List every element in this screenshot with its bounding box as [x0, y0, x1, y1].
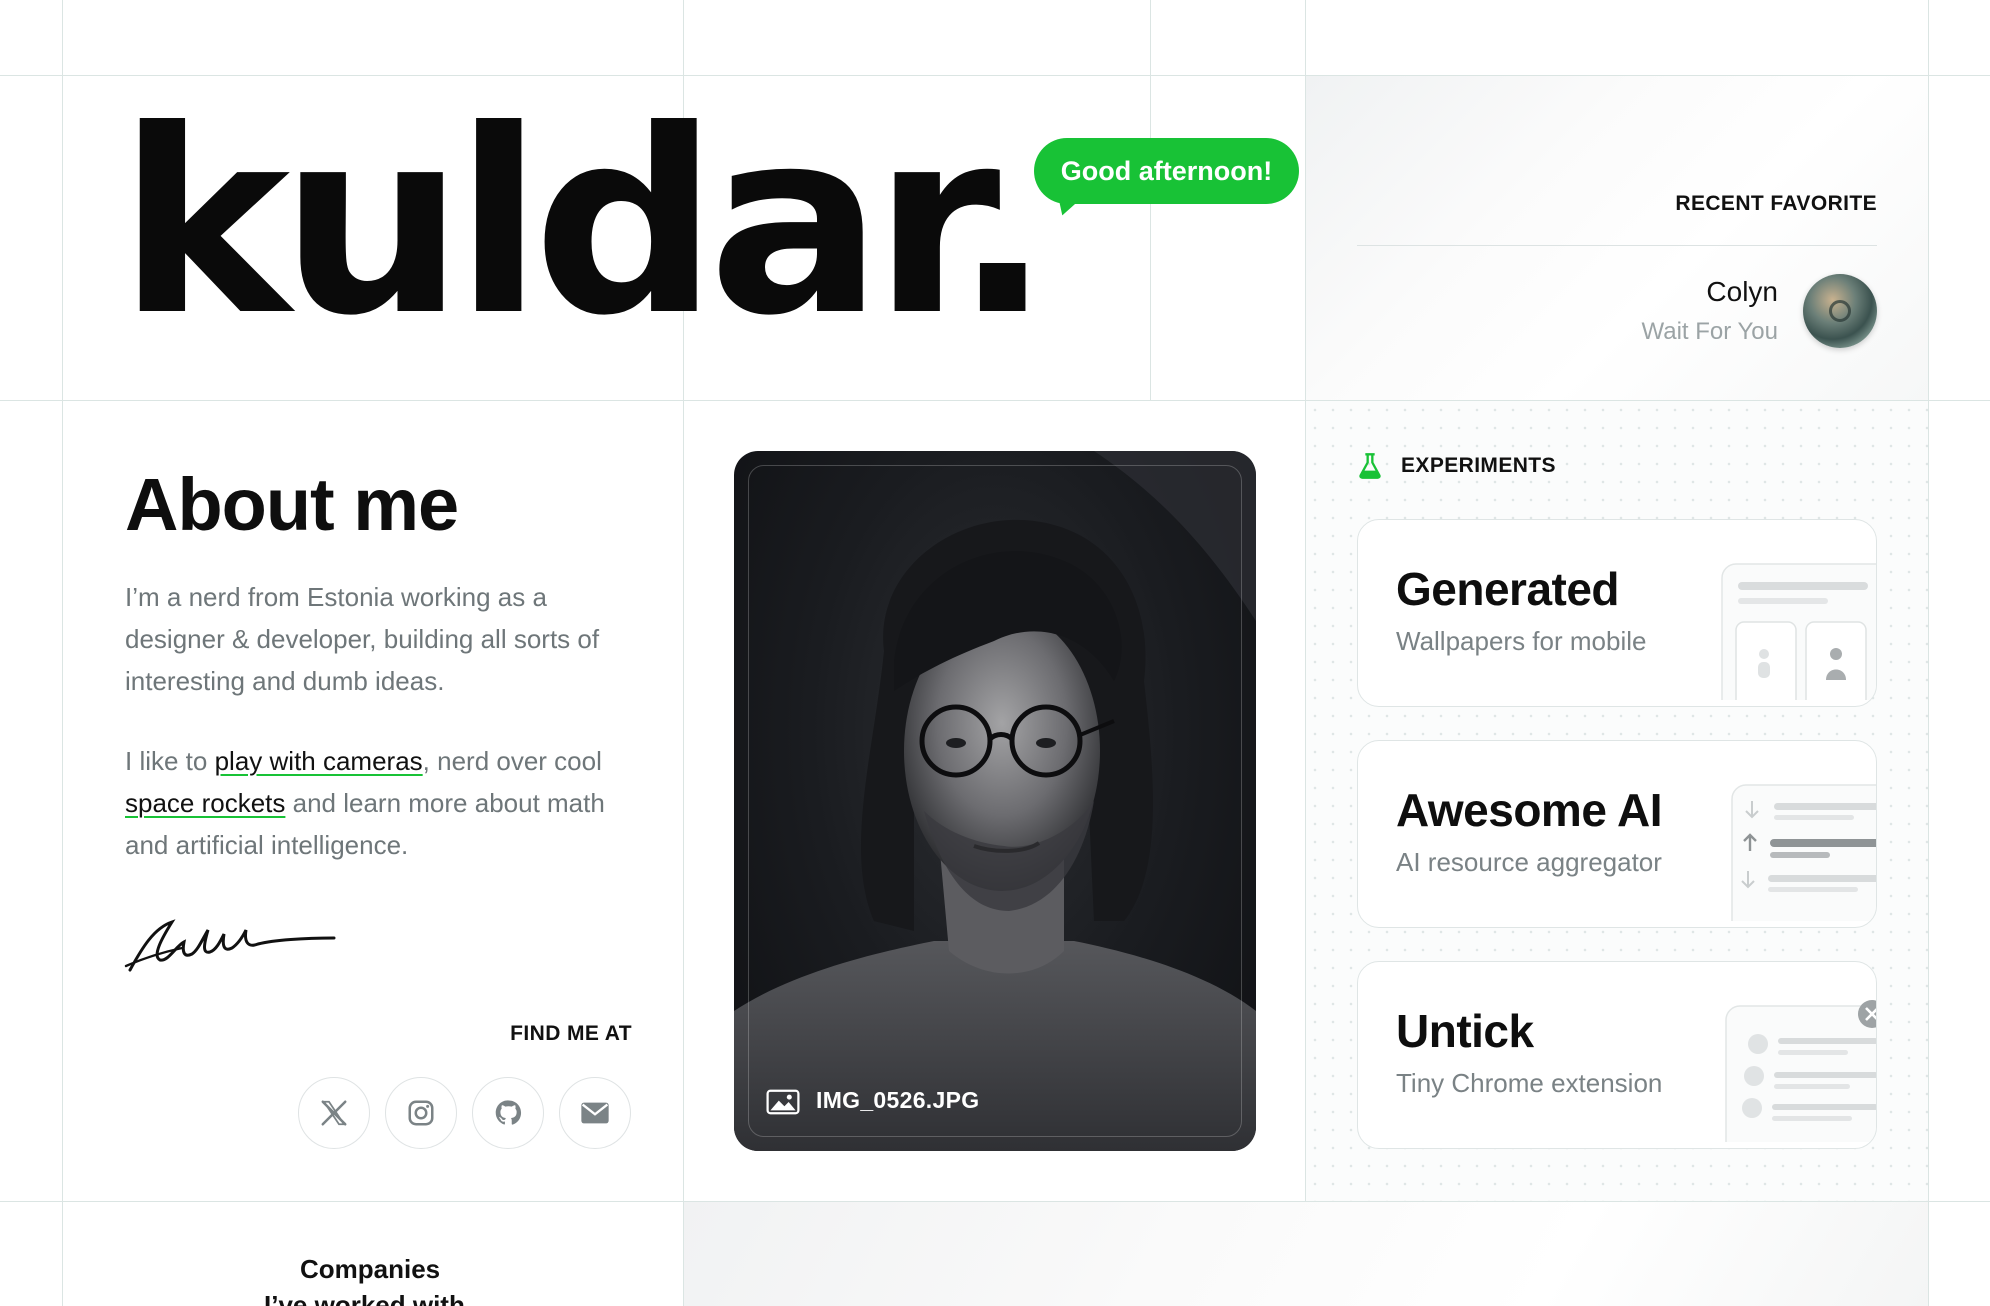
- x-link[interactable]: [298, 1077, 370, 1149]
- experiment-card-untick[interactable]: Untick Tiny Chrome extension: [1357, 961, 1877, 1149]
- github-link[interactable]: [472, 1077, 544, 1149]
- song-artist: Wait For You: [1641, 318, 1778, 345]
- space-rockets-link[interactable]: space rockets: [125, 788, 285, 818]
- about-title: About me: [125, 463, 459, 546]
- experiment-title: Awesome AI: [1396, 784, 1663, 836]
- find-me-label: FIND ME AT: [510, 1022, 632, 1045]
- greeting-bubble: Good afternoon!: [1034, 138, 1299, 204]
- bottom-panel: [684, 1202, 1928, 1306]
- cameras-link[interactable]: play with cameras: [215, 746, 423, 776]
- wallpaper-illustration: [1721, 563, 1876, 700]
- site-logo[interactable]: kuldar.: [118, 96, 1052, 350]
- instagram-link[interactable]: [385, 1077, 457, 1149]
- portrait-photo[interactable]: IMG_0526.JPG: [734, 451, 1256, 1151]
- experiment-subtitle: Tiny Chrome extension: [1396, 1068, 1663, 1098]
- signature: [124, 919, 336, 972]
- image-icon: [766, 1089, 800, 1115]
- recent-favorite-panel: [1306, 76, 1928, 400]
- github-icon: [495, 1100, 522, 1125]
- experiment-subtitle: AI resource aggregator: [1396, 847, 1662, 877]
- experiments-label: EXPERIMENTS: [1401, 454, 1556, 477]
- experiment-title: Generated: [1396, 563, 1620, 615]
- divider: [1357, 245, 1877, 246]
- grid-line: [62, 0, 63, 1306]
- flask-icon: [1359, 453, 1381, 479]
- grid-line: [1305, 0, 1306, 1201]
- interests-text: I like to: [125, 746, 215, 776]
- experiment-card-generated[interactable]: Generated Wallpapers for mobile: [1357, 519, 1877, 707]
- interests-text: , nerd over cool: [422, 746, 602, 776]
- experiment-subtitle: Wallpapers for mobile: [1396, 626, 1647, 656]
- song-title[interactable]: Colyn: [1706, 276, 1778, 308]
- grid-line: [0, 1201, 1990, 1202]
- companies-title: Companies: [300, 1254, 441, 1284]
- about-interests: I like to play with cameras, nerd over c…: [125, 740, 645, 866]
- checklist-illustration: [1725, 1000, 1876, 1142]
- mail-icon: [581, 1102, 609, 1124]
- companies-title-line2: I’ve worked with: [264, 1292, 465, 1306]
- x-icon: [321, 1100, 347, 1126]
- list-illustration: [1731, 784, 1876, 921]
- recent-favorite-label: RECENT FAVORITE: [1675, 192, 1877, 215]
- photo-frame: [748, 465, 1242, 1137]
- album-cover[interactable]: [1803, 274, 1877, 348]
- grid-line: [0, 400, 1990, 401]
- instagram-icon: [408, 1100, 434, 1126]
- email-link[interactable]: [559, 1077, 631, 1149]
- photo-caption: IMG_0526.JPG: [816, 1087, 980, 1113]
- experiment-card-awesome-ai[interactable]: Awesome AI AI resource aggregator: [1357, 740, 1877, 928]
- about-intro: I’m a nerd from Estonia working as a des…: [125, 582, 600, 696]
- experiment-title: Untick: [1396, 1005, 1534, 1057]
- grid-line: [1928, 0, 1929, 1306]
